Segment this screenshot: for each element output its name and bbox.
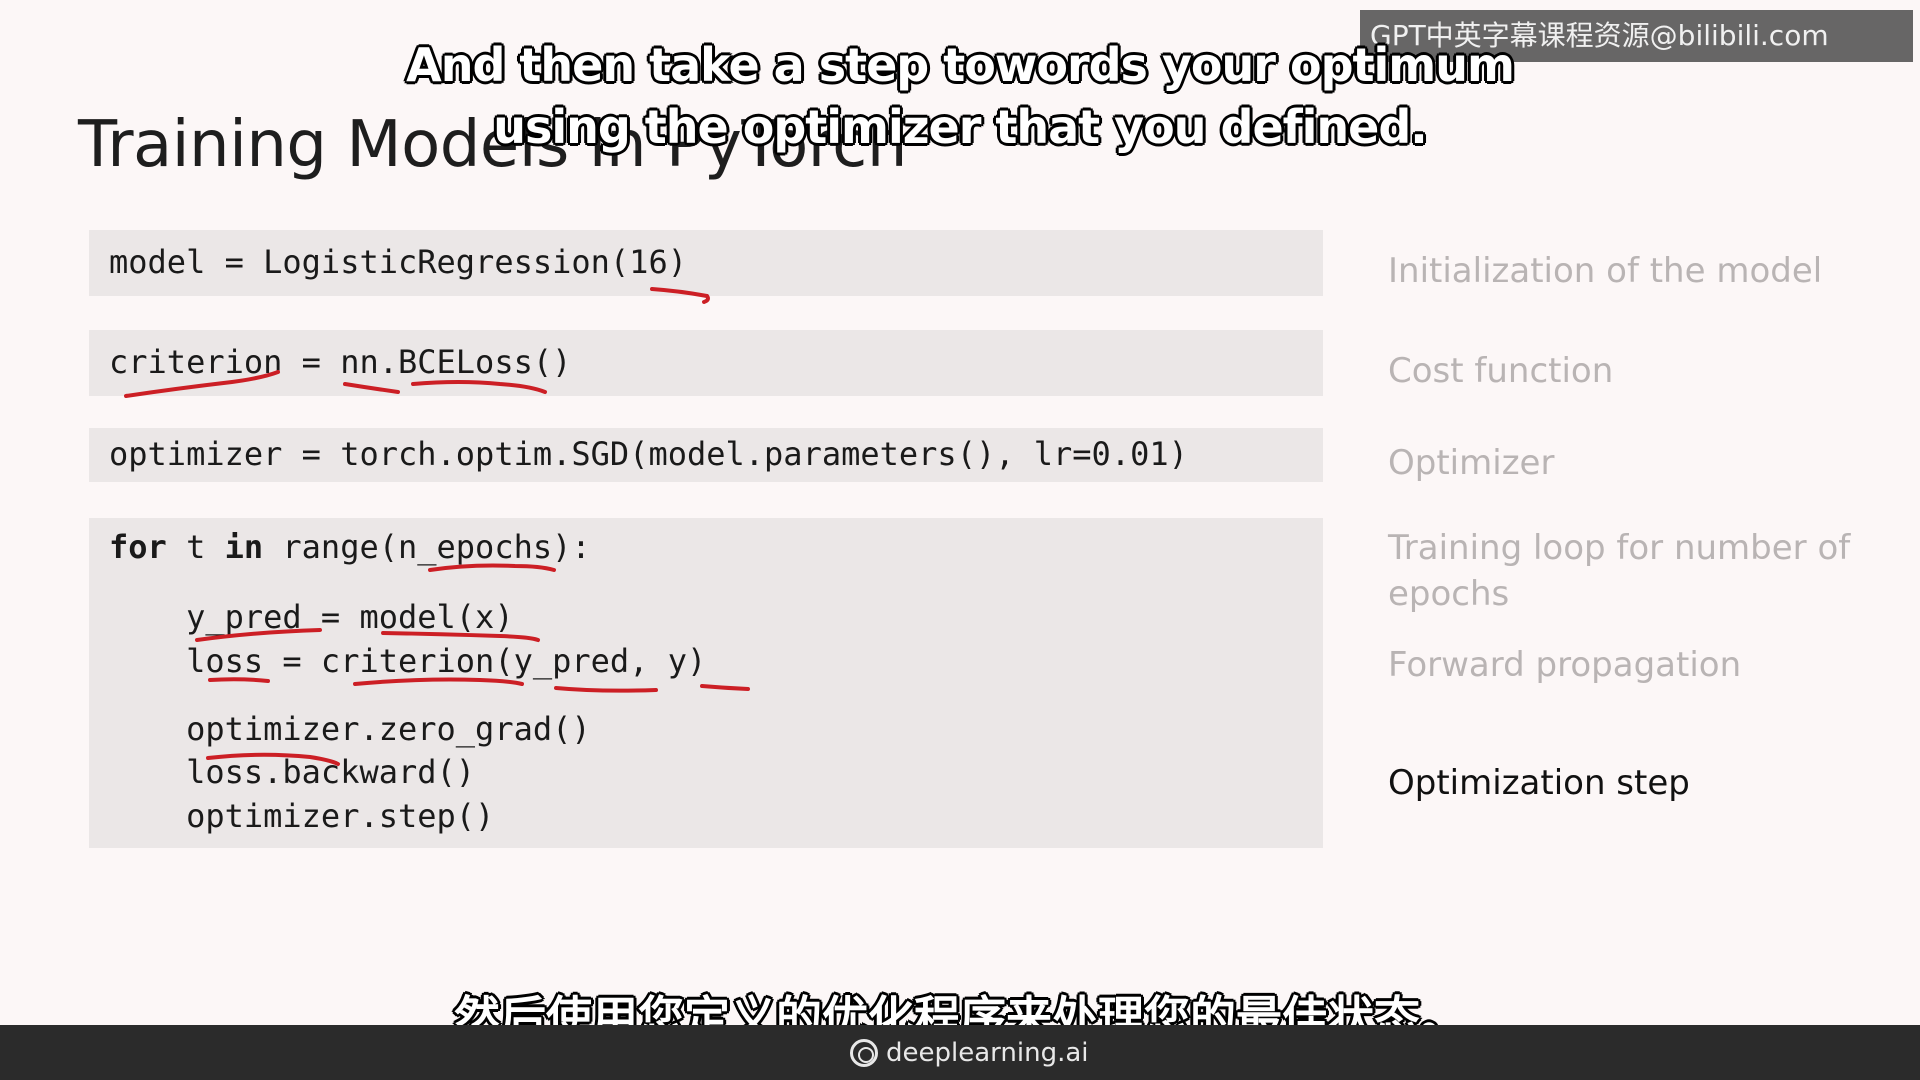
subtitle-english-line-1: And then take a step towords your optimu… [406,38,1515,92]
desc-training-loop: Training loop for number of epochs [1388,528,1851,614]
code-line-backward: loss.backward() [109,753,476,791]
loop-variable: t [166,528,225,566]
code-block-criterion: criterion = nn.BCELoss() [89,330,1323,396]
loop-range: range(n_epochs): [263,528,591,566]
keyword-in: in [224,528,264,566]
subtitle-english-line-2: using the optimizer that you defined. [493,100,1428,154]
desc-cost-function: Cost function [1388,351,1614,391]
desc-init: Initialization of the model [1388,251,1823,291]
code-block-optimizer: optimizer = torch.optim.SGD(model.parame… [89,428,1323,482]
code-line-criterion: criterion = nn.BCELoss() [109,343,572,381]
desc-forward-propagation: Forward propagation [1388,645,1742,685]
code-block-training-loop: for t in range(n_epochs): y_pred = model… [89,518,1323,848]
code-line-init: model = LogisticRegression(16) [109,243,687,281]
code-line-forward-loss: loss = criterion(y_pred, y) [109,642,707,680]
deeplearning-logo-icon [850,1039,878,1067]
footer-brand-text: deeplearning.ai [886,1038,1089,1068]
code-line-optimizer: optimizer = torch.optim.SGD(model.parame… [109,435,1188,473]
code-line-loop-header: for t in range(n_epochs): [109,527,591,567]
desc-optimizer: Optimizer [1388,443,1555,483]
footer-brand: deeplearning.ai [850,1036,1089,1070]
code-line-zero-grad: optimizer.zero_grad() [109,710,591,748]
code-line-step: optimizer.step() [109,797,495,835]
code-line-forward-pred: y_pred = model(x) [109,598,514,636]
keyword-for: for [109,528,167,566]
desc-optimization-step: Optimization step [1388,763,1690,803]
code-block-init: model = LogisticRegression(16) [89,230,1323,296]
